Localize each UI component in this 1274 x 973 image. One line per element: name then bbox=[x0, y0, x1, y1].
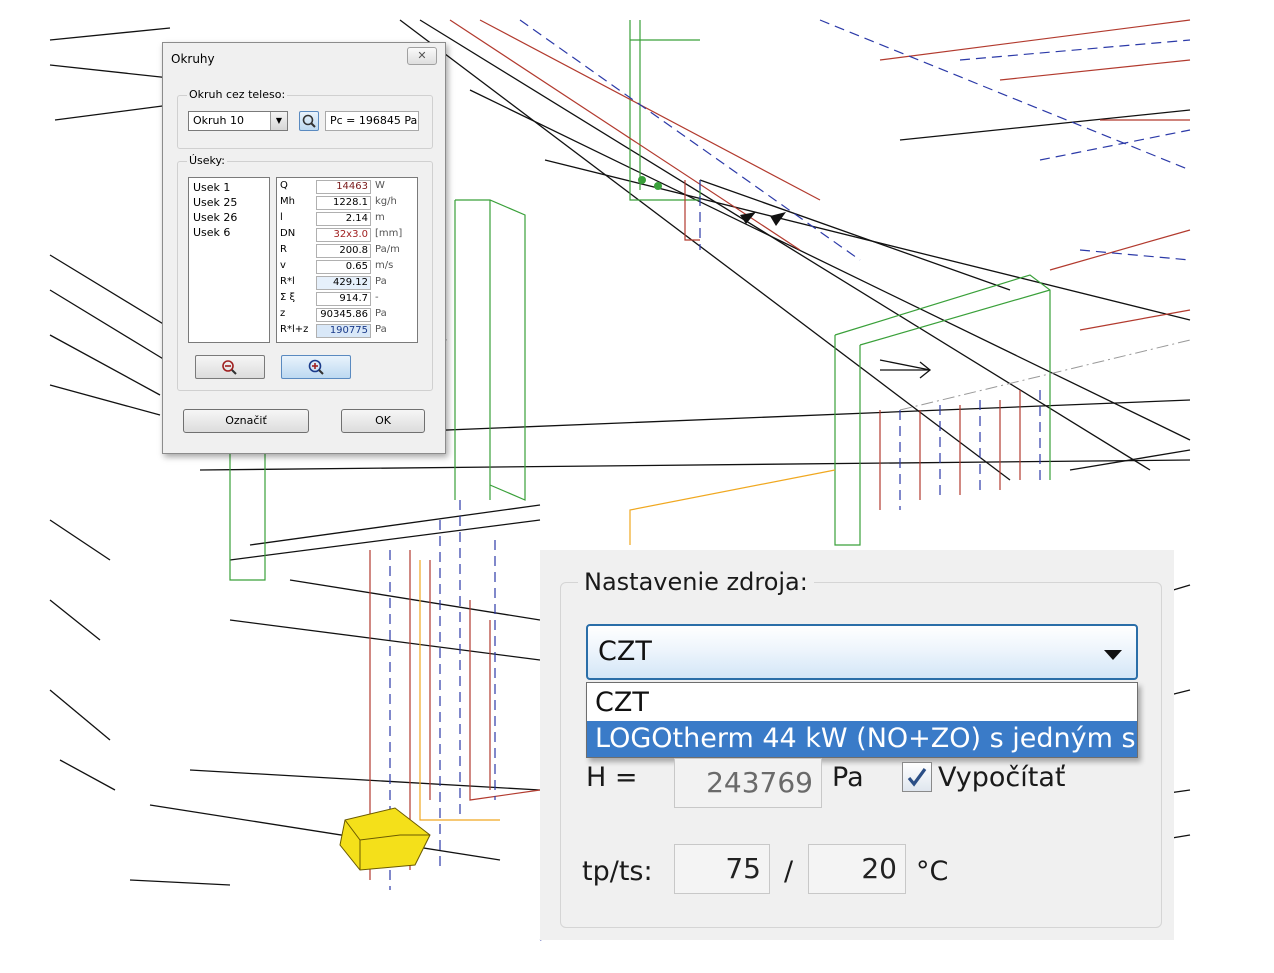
temp-unit: °C bbox=[916, 856, 949, 887]
zoom-out-icon bbox=[222, 360, 237, 375]
param-row-rl: R*l 429.12 Pa bbox=[277, 275, 417, 291]
list-item[interactable]: Usek 26 bbox=[193, 210, 265, 225]
param-name: l bbox=[280, 212, 283, 223]
section-parameters-table: Q 14463 W Mh 1228.1 kg/h l 2.14 m DN 32x… bbox=[276, 177, 418, 343]
zoom-in-icon bbox=[308, 359, 324, 375]
checkmark-icon bbox=[907, 768, 927, 787]
param-name: R*l bbox=[280, 276, 295, 287]
source-select[interactable]: CZT bbox=[586, 624, 1138, 680]
tp-ts-separator: / bbox=[784, 856, 794, 887]
param-unit: - bbox=[375, 292, 379, 303]
h-label: H = bbox=[586, 762, 638, 793]
okruh-group-label: Okruh cez teleso: bbox=[187, 88, 288, 101]
okruh-select-value: Okruh 10 bbox=[193, 114, 244, 127]
param-value: 429.12 bbox=[316, 276, 371, 290]
param-row-mh: Mh 1228.1 kg/h bbox=[277, 195, 417, 211]
param-name: DN bbox=[280, 228, 296, 239]
param-unit: Pa bbox=[375, 276, 387, 287]
close-button[interactable]: ✕ bbox=[407, 47, 437, 65]
ok-button[interactable]: OK bbox=[341, 409, 425, 433]
zoom-in-button[interactable] bbox=[281, 355, 351, 379]
list-item[interactable]: Usek 6 bbox=[193, 225, 265, 240]
source-settings-panel: Nastavenie zdroja: CZT CZT LOGOtherm 44 … bbox=[540, 550, 1174, 940]
param-row-sum-xi: Σ ξ 914.7 - bbox=[277, 291, 417, 307]
list-item[interactable]: Usek 25 bbox=[193, 195, 265, 210]
source-settings-group-label: Nastavenie zdroja: bbox=[578, 568, 814, 596]
param-unit: kg/h bbox=[375, 196, 397, 207]
param-value: 1228.1 bbox=[316, 196, 371, 210]
param-unit: Pa bbox=[375, 324, 387, 335]
param-value: 14463 bbox=[316, 180, 371, 194]
search-icon bbox=[302, 114, 316, 128]
oznacit-button[interactable]: Označiť bbox=[183, 409, 309, 433]
param-row-l: l 2.14 m bbox=[277, 211, 417, 227]
param-name: Σ ξ bbox=[280, 292, 296, 303]
dropdown-option[interactable]: LOGOtherm 44 kW (NO+ZO) s jedným sm bbox=[587, 721, 1137, 757]
tp-field[interactable]: 75 bbox=[674, 844, 770, 894]
param-row-r: R 200.8 Pa/m bbox=[277, 243, 417, 259]
source-dropdown-list: CZT LOGOtherm 44 kW (NO+ZO) s jedným sm bbox=[586, 682, 1138, 758]
dropdown-option[interactable]: CZT bbox=[587, 685, 1137, 721]
param-unit: m bbox=[375, 212, 385, 223]
param-row-q: Q 14463 W bbox=[277, 179, 417, 195]
param-unit: W bbox=[375, 180, 385, 191]
param-name: Mh bbox=[280, 196, 295, 207]
find-okruh-button[interactable] bbox=[299, 111, 319, 131]
pc-value-field: Pc = 196845 Pa bbox=[325, 111, 419, 131]
okruh-select[interactable]: Okruh 10 ▼ bbox=[188, 111, 288, 131]
tpts-label: tp/ts: bbox=[582, 856, 653, 887]
param-unit: Pa bbox=[375, 308, 387, 319]
param-row-rl-z: R*l+z 190775 Pa bbox=[277, 323, 417, 339]
param-row-dn: DN 32x3.0 [mm] bbox=[277, 227, 417, 243]
param-name: Q bbox=[280, 180, 288, 191]
vypocitat-label: Vypočítať bbox=[938, 762, 1066, 793]
param-name: v bbox=[280, 260, 286, 271]
param-name: R bbox=[280, 244, 287, 255]
useky-list[interactable]: Usek 1 Usek 25 Usek 26 Usek 6 bbox=[188, 177, 270, 343]
zoom-out-button[interactable] bbox=[195, 355, 265, 379]
useky-group-label: Úseky: bbox=[187, 154, 227, 167]
param-value: 200.8 bbox=[316, 244, 371, 258]
param-value: 2.14 bbox=[316, 212, 371, 226]
caret-down-icon bbox=[1104, 650, 1122, 660]
param-unit: [mm] bbox=[375, 228, 403, 239]
param-name: R*l+z bbox=[280, 324, 309, 335]
param-row-v: v 0.65 m/s bbox=[277, 259, 417, 275]
h-value-field[interactable]: 243769 bbox=[674, 758, 822, 808]
source-select-value: CZT bbox=[598, 636, 652, 667]
param-value[interactable]: 32x3.0 bbox=[316, 228, 371, 242]
param-value: 190775 bbox=[316, 324, 371, 338]
okruhy-dialog: Okruhy ✕ Okruh cez teleso: Okruh 10 ▼ Pc… bbox=[162, 42, 446, 454]
highlighted-element-shape bbox=[339, 807, 431, 871]
dialog-title: Okruhy bbox=[171, 52, 215, 66]
ts-field[interactable]: 20 bbox=[808, 844, 906, 894]
param-unit: m/s bbox=[375, 260, 394, 271]
vypocitat-checkbox[interactable] bbox=[902, 762, 932, 792]
param-value: 0.65 bbox=[316, 260, 371, 274]
param-row-z: z 90345.86 Pa bbox=[277, 307, 417, 323]
param-name: z bbox=[280, 308, 286, 319]
param-value: 914.7 bbox=[316, 292, 371, 306]
h-unit: Pa bbox=[832, 762, 864, 793]
param-unit: Pa/m bbox=[375, 244, 400, 255]
chevron-down-icon: ▼ bbox=[270, 112, 287, 130]
param-value: 90345.86 bbox=[316, 308, 371, 322]
list-item[interactable]: Usek 1 bbox=[193, 180, 265, 195]
